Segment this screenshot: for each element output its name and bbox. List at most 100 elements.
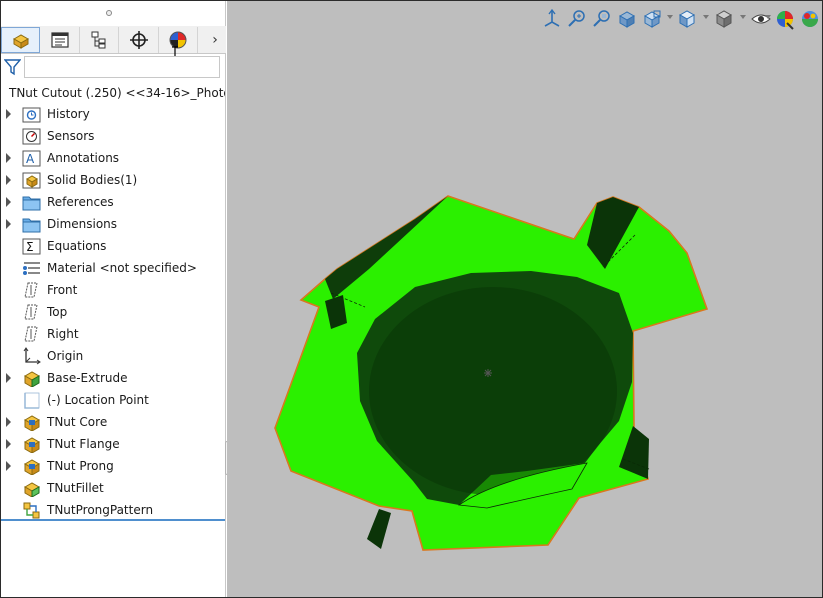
tree-item[interactable]: TNut Core [1,411,225,433]
zoom-area-icon [593,10,610,27]
view-orientation-button[interactable] [541,8,563,30]
tree-item[interactable]: TNut Flange [1,433,225,455]
model-origin-marker [484,369,492,377]
chevron-down-icon[interactable] [703,15,709,19]
tree-item[interactable]: Dimensions [1,213,225,235]
rollback-bar[interactable] [1,519,225,521]
solidworks-window: › TNut Cutout (.250) <<34-16>_PhotoWorks [0,0,823,598]
view-orientation-dropdown[interactable] [676,8,698,30]
more-tabs-button[interactable]: › [205,27,225,53]
material-icon [23,262,40,275]
previous-view-button[interactable] [616,8,638,30]
zoom-to-area-button[interactable] [591,8,613,30]
tree-root-part[interactable]: TNut Cutout (.250) <<34-16>_PhotoWorks [3,83,225,103]
property-manager-tab[interactable] [41,27,80,53]
tree-item[interactable]: History [1,103,225,125]
dimxpert-manager-tab[interactable] [120,27,159,53]
sketch-icon [24,392,40,409]
tree-item-label: TNutFillet [47,481,104,495]
crosshair-icon [130,31,148,49]
svg-text:Σ: Σ [26,240,34,254]
tree-item-label: Equations [47,239,107,253]
tree-item[interactable]: Material <not specified> [1,257,225,279]
filter-icon[interactable] [4,58,21,76]
manager-tab-bar: › [1,26,226,54]
tree-item[interactable]: TNutFillet [1,477,225,499]
fillet-icon [23,482,41,497]
tree-item-label: Top [47,305,68,319]
pattern-icon [23,502,40,519]
tree-item-label: Origin [47,349,84,363]
chevron-down-icon[interactable] [740,15,746,19]
hide-show-items-dropdown[interactable] [750,8,772,30]
tree-item[interactable]: TNut Prong [1,455,225,477]
appearance-icon [777,11,794,30]
feature-manager-tab[interactable] [1,27,40,53]
configuration-manager-tab[interactable] [80,27,119,53]
graphics-area[interactable] [227,1,823,597]
tree-item[interactable]: Front [1,279,225,301]
tree-item-label: Material <not specified> [47,261,197,275]
model-bottom-notch [367,509,391,549]
tree-item-label: Dimensions [47,217,118,231]
tree-item[interactable]: Solid Bodies(1) [1,169,225,191]
tree-item-label: Right [47,327,79,341]
tree-item[interactable]: TNutProngPattern [1,499,225,521]
tnut-cutout-model[interactable] [227,1,823,597]
equations-icon: Σ [22,238,41,255]
tree-item-label: Base-Extrude [47,371,128,385]
configuration-icon [91,31,106,49]
folder-icon [22,196,41,211]
zoom-to-fit-button[interactable] [566,8,588,30]
chevron-down-icon[interactable] [667,15,673,19]
expand-arrow-icon[interactable] [6,373,11,383]
tree-item[interactable]: Right [1,323,225,345]
axis-icon [544,8,560,27]
scene-icon [802,11,818,27]
eye-icon [751,14,771,24]
expand-arrow-icon[interactable] [6,461,11,471]
heads-up-view-toolbar [533,5,822,31]
panel-grip[interactable] [1,4,226,27]
zoom-fit-icon [568,10,585,27]
tree-item-label: TNut Core [47,415,108,429]
expand-arrow-icon[interactable] [6,197,11,207]
expand-arrow-icon[interactable] [6,175,11,185]
annotations-icon: A [22,150,41,167]
tree-item[interactable]: Base-Extrude [1,367,225,389]
tree-item[interactable]: Origin [1,345,225,367]
tree-item[interactable]: References [1,191,225,213]
tree-item[interactable]: A Annotations [1,147,225,169]
svg-text:A: A [26,152,35,166]
apply-scene-button[interactable] [799,8,821,30]
tree-item[interactable]: Top [1,301,225,323]
tree-item-label: Front [47,283,78,297]
tree-item-label: Solid Bodies(1) [47,173,138,187]
tree-item-label: Annotations [47,151,120,165]
edit-appearance-button[interactable] [774,8,796,30]
expand-arrow-icon[interactable] [6,219,11,229]
sensor-icon [22,128,41,145]
folder-icon [22,218,41,233]
tree-item[interactable]: Σ Equations [1,235,225,257]
tree-item[interactable]: (-) Location Point [1,389,225,411]
tree-item-label: (-) Location Point [47,393,149,407]
plane-icon [24,304,38,320]
expand-arrow-icon[interactable] [6,439,11,449]
expand-arrow-icon[interactable] [6,153,11,163]
plane-icon [24,282,38,298]
section-view-button[interactable] [641,8,663,30]
chevron-down-icon[interactable] [765,15,771,19]
tree-item-label: References [47,195,114,209]
cut-extrude-icon [23,415,41,431]
tree-item-label: Sensors [47,129,95,143]
expand-arrow-icon[interactable] [6,109,11,119]
tree-item-label: TNut Flange [47,437,120,451]
tree-root-label: TNut Cutout (.250) <<34-16>_PhotoWorks [9,86,225,100]
tree-item[interactable]: Sensors [1,125,225,147]
expand-arrow-icon[interactable] [6,417,11,427]
previous-view-icon [618,11,636,28]
cut-extrude-icon [23,437,41,453]
display-style-dropdown[interactable] [713,8,735,30]
tree-filter-input[interactable] [24,56,220,78]
